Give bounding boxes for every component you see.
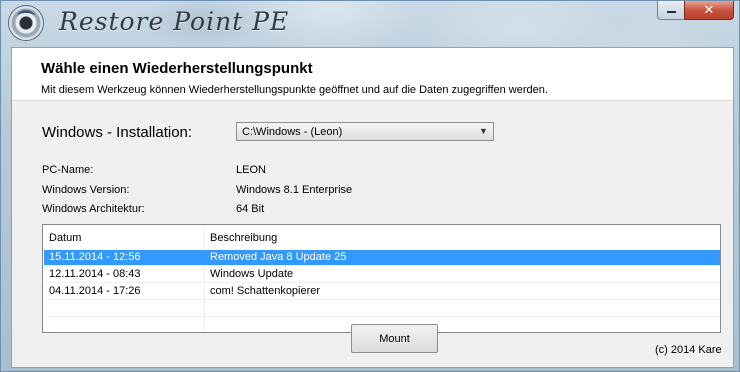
header-section: Wähle einen Wiederherstellungspunkt Mit … (12, 48, 733, 101)
column-header-date[interactable]: Datum (49, 232, 81, 244)
list-item-date: 12.11.2014 - 08:43 (49, 268, 141, 280)
list-item-description: com! Schattenkopierer (210, 285, 321, 297)
window-title: Restore Point PE (59, 7, 290, 36)
list-header: Datum Beschreibung (43, 225, 720, 249)
disc-logo-icon (9, 6, 43, 40)
close-button[interactable]: ✕ (684, 1, 734, 20)
windows-version-value: Windows 8.1 Enterprise (236, 184, 353, 196)
chevron-down-icon: ▼ (479, 126, 488, 136)
restore-points-list[interactable]: Datum Beschreibung 15.11.2014 - 12:56 Re… (42, 224, 721, 333)
installation-label: Windows - Installation: (42, 124, 193, 141)
minimize-button[interactable] (657, 1, 685, 20)
list-item-empty (44, 301, 720, 317)
pc-name-label: PC-Name: (42, 164, 94, 176)
list-item[interactable]: 04.11.2014 - 17:26 com! Schattenkopierer (44, 284, 720, 300)
pc-name-value: LEON (236, 164, 266, 176)
page-title: Wähle einen Wiederherstellungspunkt (41, 60, 313, 77)
list-item-description: Windows Update (210, 268, 294, 280)
list-item-date: 15.11.2014 - 12:56 (49, 251, 141, 263)
installation-select-value: C:\Windows - (Leon) (242, 126, 343, 138)
windows-architecture-label: Windows Architektur: (42, 203, 145, 215)
close-icon: ✕ (703, 2, 715, 18)
main-panel: Wähle einen Wiederherstellungspunkt Mit … (11, 47, 734, 368)
page-description: Mit diesem Werkzeug können Wiederherstel… (41, 84, 548, 96)
windows-version-label: Windows Version: (42, 184, 130, 196)
mount-button[interactable]: Mount (351, 324, 438, 353)
minimize-icon (666, 11, 676, 13)
installation-select[interactable]: C:\Windows - (Leon) ▼ (236, 122, 494, 141)
title-bar[interactable]: Restore Point PE ✕ (1, 1, 739, 45)
list-item-description: Removed Java 8 Update 25 (210, 251, 347, 263)
column-header-description[interactable]: Beschreibung (210, 232, 277, 244)
list-item-date: 04.11.2014 - 17:26 (49, 285, 141, 297)
copyright-text: (c) 2014 Kare (655, 344, 722, 356)
list-item[interactable]: 15.11.2014 - 12:56 Removed Java 8 Update… (44, 250, 720, 266)
list-item[interactable]: 12.11.2014 - 08:43 Windows Update (44, 267, 720, 283)
windows-architecture-value: 64 Bit (236, 203, 265, 215)
app-window: Restore Point PE ✕ Wähle einen Wiederher… (0, 0, 740, 372)
